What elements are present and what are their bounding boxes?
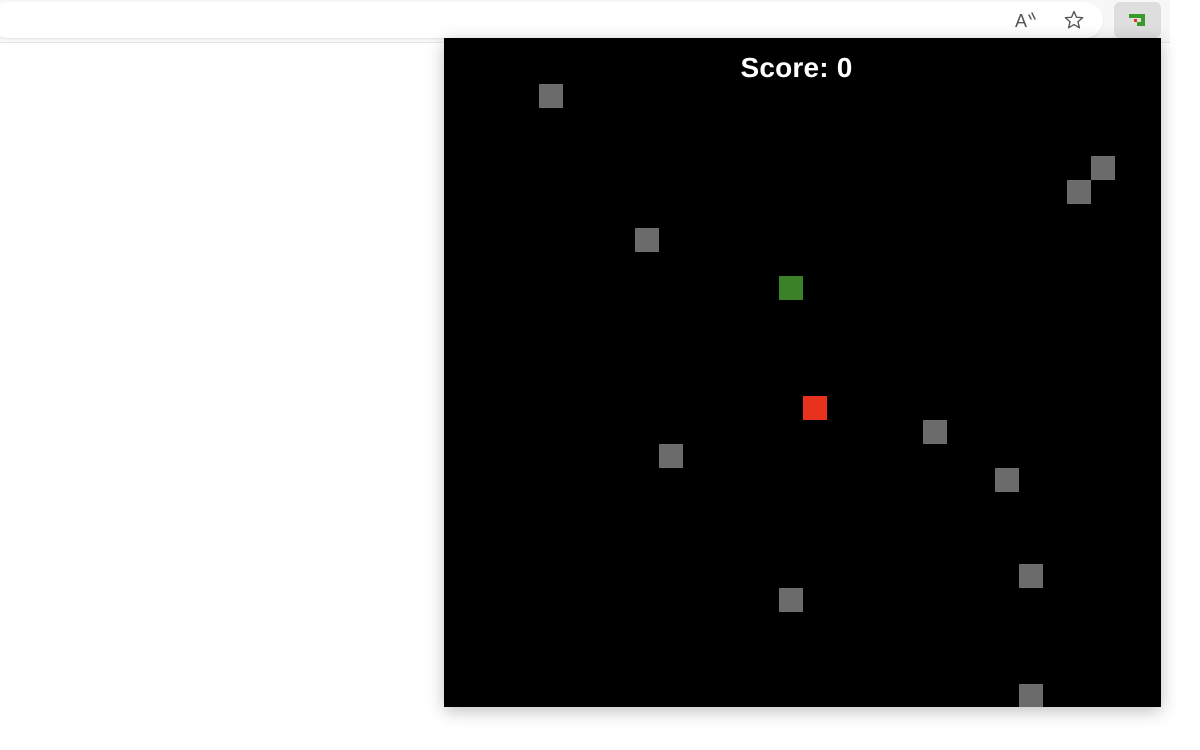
obstacle-block	[1091, 156, 1115, 180]
obstacle-block	[1019, 564, 1043, 588]
obstacle-block	[779, 588, 803, 612]
obstacle-block	[923, 420, 947, 444]
snake-extension-icon	[1128, 14, 1145, 26]
read-aloud-icon: A	[1015, 11, 1036, 31]
obstacle-block	[995, 468, 1019, 492]
favorite-button[interactable]	[1057, 3, 1091, 37]
snake-game-popup[interactable]: Score: 0	[444, 38, 1161, 707]
snake-extension-button[interactable]	[1114, 2, 1161, 38]
address-bar[interactable]	[0, 2, 1103, 38]
read-aloud-button[interactable]: A	[1009, 3, 1043, 37]
star-icon	[1064, 10, 1084, 29]
svg-text:A: A	[1015, 11, 1027, 31]
obstacle-block	[1019, 684, 1043, 707]
snake-head	[779, 276, 803, 300]
obstacle-block	[1067, 180, 1091, 204]
obstacle-block	[635, 228, 659, 252]
obstacle-block	[659, 444, 683, 468]
obstacle-block	[539, 84, 563, 108]
score-label: Score: 0	[740, 52, 853, 83]
browser-toolbar: A	[0, 0, 1170, 43]
food-block	[803, 396, 827, 420]
